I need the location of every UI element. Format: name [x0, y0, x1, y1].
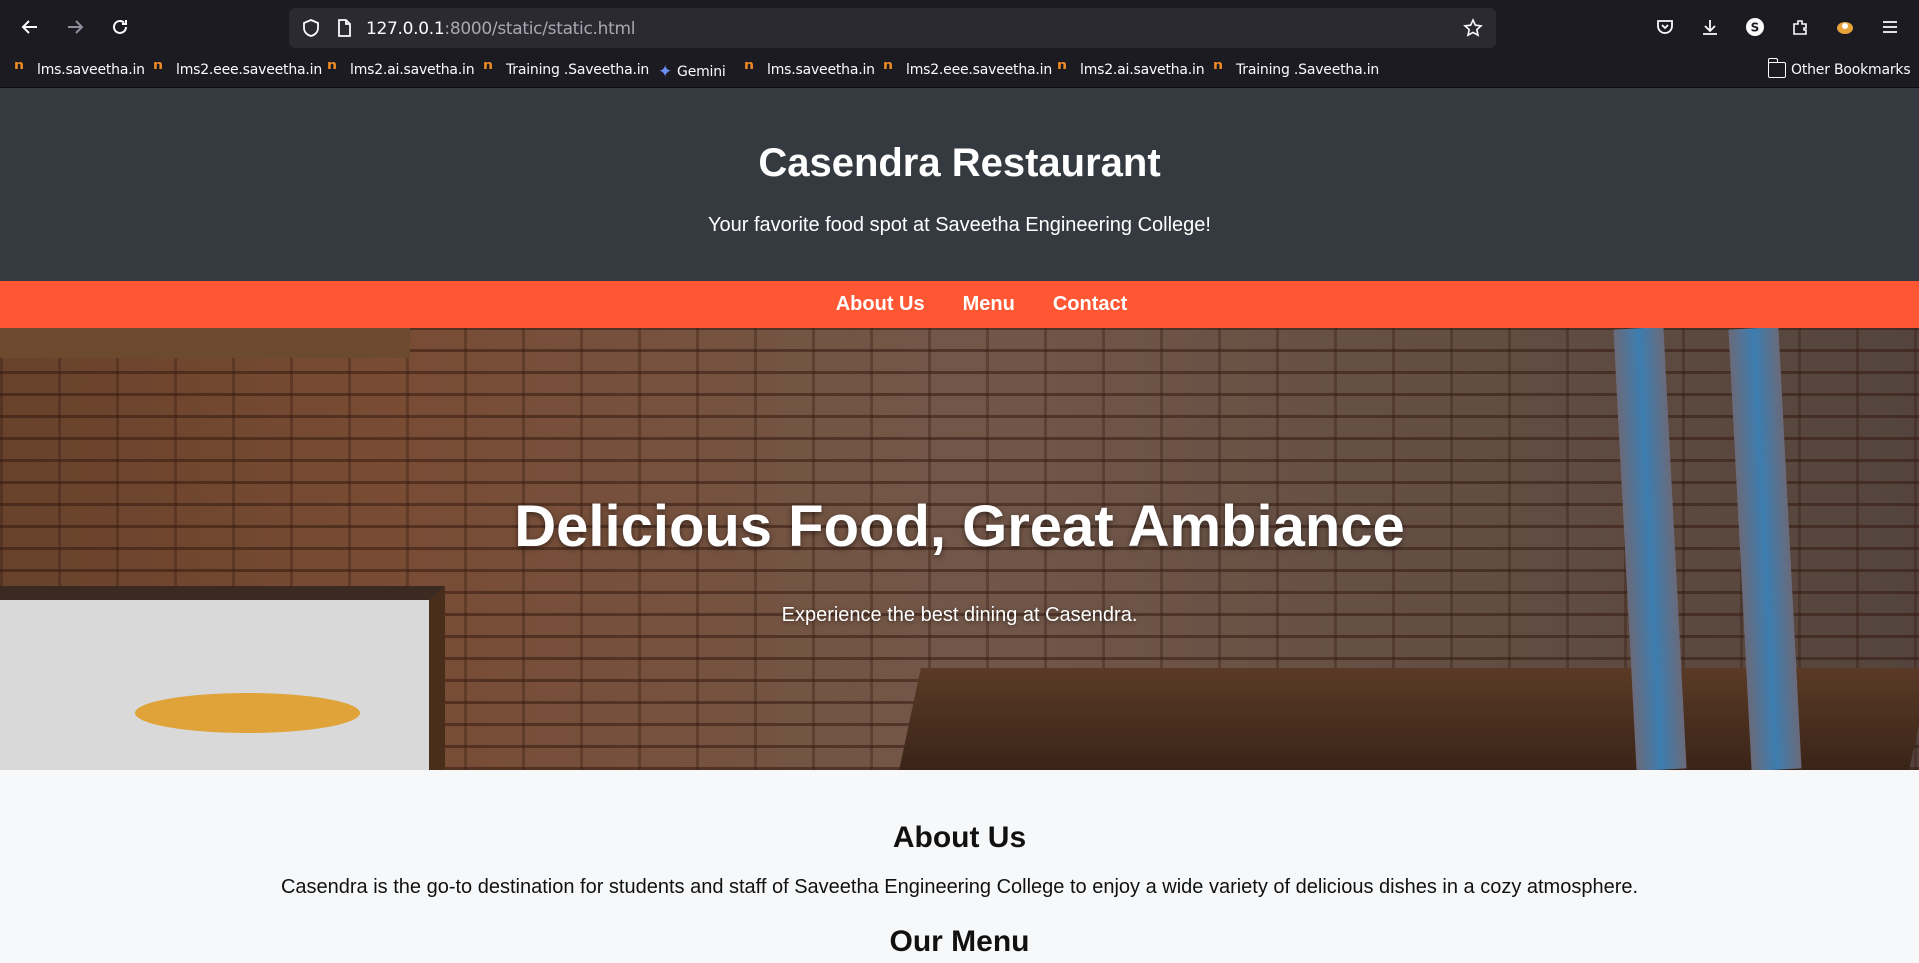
hero-bg-stool: [135, 693, 360, 733]
bookmark-item[interactable]: Training .Saveetha.in: [483, 57, 650, 82]
nav-contact-link[interactable]: Contact: [1053, 293, 1127, 316]
hero-bg-shelf: [0, 328, 410, 358]
url-host: 127.0.0.1: [366, 19, 445, 39]
url-text[interactable]: 127.0.0.1:8000/static/static.html: [366, 19, 635, 39]
bookmark-label: lms2.ai.savetha.in: [350, 62, 475, 78]
gemini-icon: ✦: [658, 62, 673, 82]
bookmark-label: lms.saveetha.in: [37, 62, 145, 78]
moodle-icon: [483, 57, 501, 82]
svg-text:S: S: [1751, 21, 1760, 35]
forward-icon[interactable]: [57, 9, 93, 45]
hero-subtitle: Experience the best dining at Casendra.: [781, 604, 1138, 626]
bookmark-item[interactable]: lms2.ai.savetha.in: [1057, 57, 1205, 82]
bookmark-label: lms.saveetha.in: [767, 62, 875, 78]
menu-heading: Our Menu: [889, 925, 1030, 958]
bookmark-label: lms2.eee.saveetha.in: [906, 62, 1053, 78]
bookmark-label: Gemini: [677, 64, 726, 80]
moodle-icon: [327, 57, 345, 82]
bookmark-item[interactable]: Training .Saveetha.in: [1213, 57, 1380, 82]
url-path: :8000/static/static.html: [444, 19, 636, 39]
about-heading: About Us: [892, 821, 1027, 854]
moodle-icon: [744, 57, 762, 82]
moodle-icon: [1213, 57, 1231, 82]
site-title: Casendra Restaurant: [758, 141, 1161, 185]
browser-toolbar: 127.0.0.1:8000/static/static.html S: [0, 0, 1919, 54]
bookmark-item[interactable]: ✦ Gemini: [658, 62, 726, 82]
site-nav: About Us Menu Contact: [0, 281, 1919, 328]
web-page: Casendra Restaurant Your favorite food s…: [0, 88, 1919, 963]
about-text: Casendra is the go-to destination for st…: [280, 876, 1639, 898]
profile-avatar[interactable]: S: [1737, 9, 1773, 45]
shield-icon[interactable]: [301, 18, 321, 38]
pocket-icon[interactable]: [1647, 9, 1683, 45]
moodle-icon: [883, 57, 901, 82]
moodle-icon: [14, 57, 32, 82]
browser-chrome: 127.0.0.1:8000/static/static.html S ⁿ lm…: [0, 0, 1919, 88]
bookmark-label: lms2.ai.savetha.in: [1080, 62, 1205, 78]
back-icon[interactable]: [12, 9, 48, 45]
moodle-icon: [153, 57, 171, 82]
other-bookmarks-label: Other Bookmarks: [1791, 62, 1911, 78]
nav-about-link[interactable]: About Us: [836, 293, 925, 316]
bookmark-label: Training .Saveetha.in: [506, 62, 650, 78]
bookmark-item[interactable]: lms.saveetha.in: [744, 57, 875, 82]
bookmark-label: lms2.eee.saveetha.in: [176, 62, 323, 78]
bookmark-item[interactable]: lms.saveetha.in: [14, 57, 145, 82]
bookmark-item[interactable]: lms2.eee.saveetha.in: [153, 57, 323, 82]
about-section: About Us Casendra is the go-to destinati…: [0, 820, 1919, 899]
page-icon[interactable]: [334, 18, 354, 38]
hamburger-menu-icon[interactable]: [1872, 9, 1908, 45]
bookmark-label: Training .Saveetha.in: [1236, 62, 1380, 78]
reload-icon[interactable]: [102, 9, 138, 45]
moodle-icon: [1057, 57, 1075, 82]
extensions-icon[interactable]: [1782, 9, 1818, 45]
site-header: Casendra Restaurant Your favorite food s…: [0, 88, 1919, 281]
bookmarks-bar: lms.saveetha.in lms2.eee.saveetha.in lms…: [0, 54, 1919, 88]
download-icon[interactable]: [1692, 9, 1728, 45]
hero-title: Delicious Food, Great Ambiance: [514, 494, 1405, 559]
extension-avatar-icon[interactable]: [1827, 9, 1863, 45]
hero-banner: Delicious Food, Great Ambiance Experienc…: [0, 328, 1919, 770]
bookmark-item[interactable]: lms2.eee.saveetha.in: [883, 57, 1053, 82]
nav-menu-link[interactable]: Menu: [963, 293, 1015, 316]
other-bookmarks[interactable]: Other Bookmarks: [1768, 58, 1911, 78]
bookmark-item[interactable]: lms2.ai.savetha.in: [327, 57, 475, 82]
address-bar[interactable]: 127.0.0.1:8000/static/static.html: [289, 8, 1496, 48]
folder-icon: [1768, 58, 1786, 78]
bookmark-star-icon[interactable]: [1463, 18, 1483, 38]
site-tagline: Your favorite food spot at Saveetha Engi…: [708, 214, 1211, 236]
